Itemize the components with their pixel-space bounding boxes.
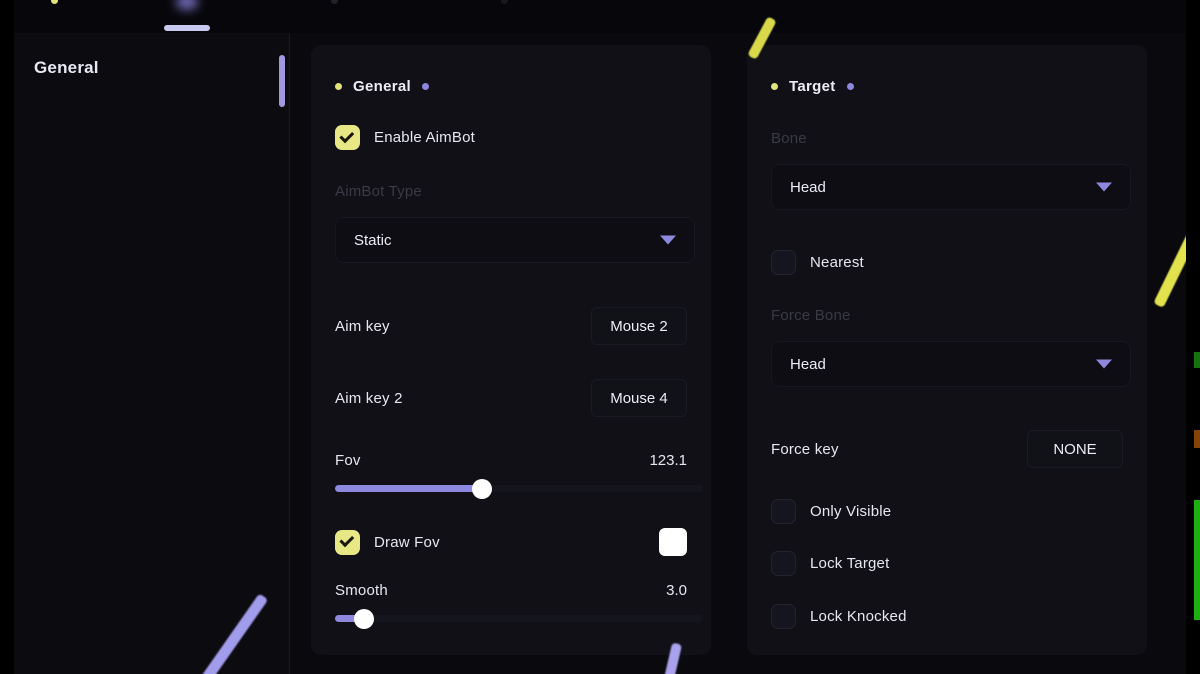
tab-3-dot-icon <box>330 0 338 4</box>
desktop-edge-orange <box>1194 430 1200 448</box>
sidebar-active-accent <box>279 55 285 107</box>
bone-label-row: Bone <box>771 130 1123 148</box>
lock-target-row[interactable]: Lock Target <box>771 551 1123 576</box>
lock-knocked-checkbox[interactable] <box>771 604 796 629</box>
enable-aimbot-label: Enable AimBot <box>374 129 475 146</box>
aimbot-type-label-row: AimBot Type <box>335 183 687 201</box>
sidebar-item-general[interactable]: General <box>34 58 99 78</box>
fov-slider-fill <box>335 485 483 492</box>
tab-4[interactable] <box>484 0 524 33</box>
panel-target: Target Bone Head Nearest Force Bone Head… <box>747 45 1147 655</box>
panel-target-title: Target <box>789 78 836 95</box>
fov-slider[interactable] <box>335 478 703 499</box>
draw-fov-checkbox[interactable] <box>335 529 360 555</box>
fov-header: Fov 123.1 <box>335 452 687 469</box>
smooth-value: 3.0 <box>666 582 687 599</box>
tab-2-glow-icon <box>176 0 198 10</box>
tab-2-active-indicator <box>164 25 210 31</box>
aim-key-2-label: Aim key 2 <box>335 389 403 407</box>
bullet-yellow-icon <box>335 83 342 90</box>
draw-fov-color-swatch[interactable] <box>659 528 687 556</box>
aimbot-type-value: Static <box>354 231 392 249</box>
only-visible-row[interactable]: Only Visible <box>771 499 1123 524</box>
draw-fov-label: Draw Fov <box>374 533 440 551</box>
bone-dropdown[interactable]: Head <box>771 164 1131 210</box>
nearest-label: Nearest <box>810 254 864 271</box>
aim-key-value: Mouse 2 <box>610 317 668 335</box>
sidebar: General <box>14 33 289 674</box>
force-key-value: NONE <box>1053 440 1097 458</box>
force-bone-label: Force Bone <box>771 307 851 324</box>
aim-key-2-row: Aim key 2 Mouse 4 <box>335 379 687 417</box>
check-icon <box>339 127 355 143</box>
bullet-yellow-icon <box>771 83 778 90</box>
app-root: General General Enable AimBot AimBot Typ… <box>0 0 1200 674</box>
fov-row: Fov 123.1 <box>335 452 703 499</box>
tab-1-dot-icon <box>50 0 58 4</box>
nearest-row[interactable]: Nearest <box>771 250 1123 275</box>
aimbot-type-dropdown[interactable]: Static <box>335 217 695 263</box>
smooth-slider-thumb[interactable] <box>354 608 375 629</box>
force-key-button[interactable]: NONE <box>1027 430 1123 468</box>
fov-label: Fov <box>335 452 361 469</box>
tab-1[interactable] <box>32 0 76 33</box>
aimbot-type-label: AimBot Type <box>335 183 422 200</box>
aim-key-2-button[interactable]: Mouse 4 <box>591 379 687 417</box>
panel-general: General Enable AimBot AimBot Type Static <box>311 45 711 655</box>
only-visible-checkbox[interactable] <box>771 499 796 524</box>
draw-fov-toggle-group[interactable]: Draw Fov <box>335 529 440 555</box>
force-key-row: Force key NONE <box>771 430 1123 468</box>
chevron-down-icon <box>1096 359 1112 369</box>
aim-key-button[interactable]: Mouse 2 <box>591 307 687 345</box>
lock-knocked-label: Lock Knocked <box>810 608 907 625</box>
smooth-row: Smooth 3.0 <box>335 582 703 629</box>
smooth-header: Smooth 3.0 <box>335 582 687 599</box>
lock-knocked-row[interactable]: Lock Knocked <box>771 604 1123 629</box>
window-frame-left <box>0 0 14 674</box>
draw-fov-row: Draw Fov <box>335 527 687 557</box>
chevron-down-icon <box>1096 182 1112 192</box>
enable-aimbot-checkbox[interactable] <box>335 125 360 150</box>
aimbot-type-dropdown-row: Static <box>335 217 695 263</box>
smooth-slider[interactable] <box>335 608 703 629</box>
force-bone-label-row: Force Bone <box>771 307 1123 325</box>
tab-2[interactable] <box>164 0 210 33</box>
aim-key-2-value: Mouse 4 <box>610 389 668 407</box>
force-bone-value: Head <box>790 355 826 373</box>
bone-dropdown-row: Head <box>771 164 1131 210</box>
lock-target-checkbox[interactable] <box>771 551 796 576</box>
enable-aimbot-row[interactable]: Enable AimBot <box>335 125 687 150</box>
sidebar-divider <box>289 33 290 674</box>
chevron-down-icon <box>660 235 676 245</box>
force-bone-dropdown[interactable]: Head <box>771 341 1131 387</box>
smooth-label: Smooth <box>335 582 388 599</box>
main-window: General General Enable AimBot AimBot Typ… <box>14 33 1186 674</box>
panel-general-header: General <box>335 78 429 95</box>
fov-value: 123.1 <box>649 452 687 469</box>
aim-key-label: Aim key <box>335 317 390 335</box>
panel-target-header: Target <box>771 78 854 95</box>
nearest-checkbox[interactable] <box>771 250 796 275</box>
tab-4-dot-icon <box>500 0 508 4</box>
only-visible-label: Only Visible <box>810 503 892 520</box>
tab-3[interactable] <box>314 0 354 33</box>
desktop-edge-green <box>1194 500 1200 620</box>
top-tab-strip <box>14 0 1186 33</box>
panel-general-title: General <box>353 78 411 95</box>
desktop-edge-green-small <box>1194 352 1200 368</box>
force-key-label: Force key <box>771 440 839 458</box>
bone-value: Head <box>790 178 826 196</box>
bullet-purple-icon <box>421 83 429 90</box>
check-icon <box>339 532 355 548</box>
fov-slider-thumb[interactable] <box>472 478 493 499</box>
force-bone-dropdown-row: Head <box>771 341 1131 387</box>
aim-key-row: Aim key Mouse 2 <box>335 307 687 345</box>
lock-target-label: Lock Target <box>810 555 890 572</box>
bone-label: Bone <box>771 130 807 147</box>
bullet-purple-icon <box>846 83 854 90</box>
